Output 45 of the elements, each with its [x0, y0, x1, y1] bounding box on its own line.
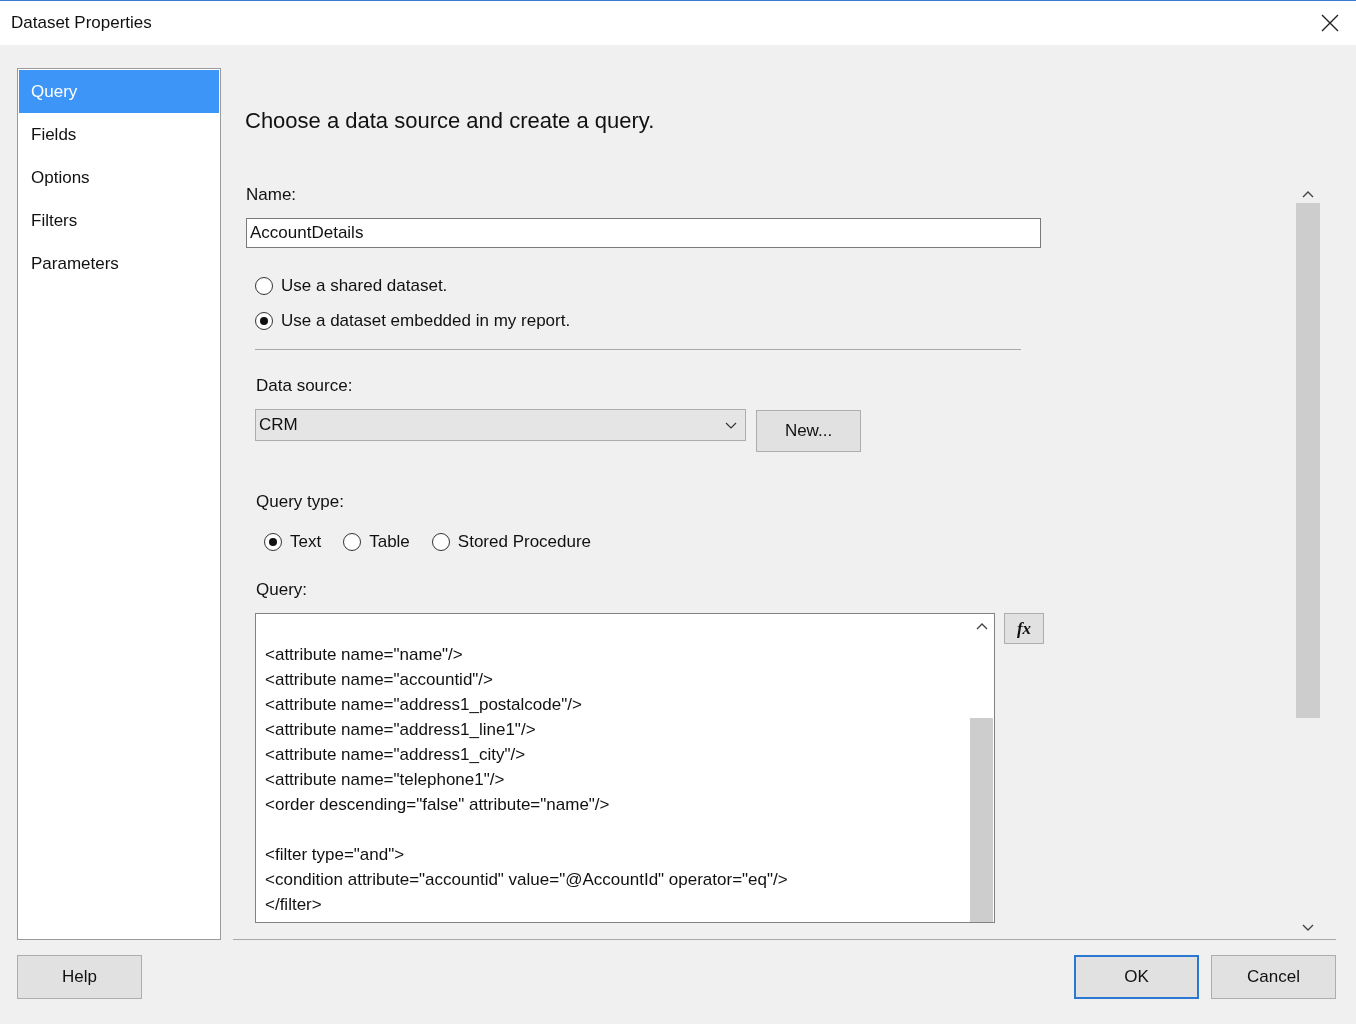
cancel-button[interactable]: Cancel: [1211, 955, 1336, 999]
query-line: <attribute name="address1_postalcode"/>: [265, 694, 583, 716]
query-type-label: Query type:: [256, 492, 345, 512]
query-line: <attribute name="accountid"/>: [265, 669, 495, 691]
data-source-dropdown[interactable]: CRM: [255, 409, 746, 441]
query-editor[interactable]: [255, 613, 995, 923]
radio-label[interactable]: Stored Procedure: [457, 532, 592, 552]
sidebar-item[interactable]: Parameters: [19, 242, 219, 285]
query-line: <attribute name="name"/>: [265, 644, 464, 666]
scrollbar-thumb[interactable]: [1296, 203, 1320, 718]
new-button[interactable]: New...: [756, 410, 861, 452]
radio-label[interactable]: Table: [369, 532, 410, 552]
page-heading: Choose a data source and create a query.: [245, 108, 656, 134]
chevron-up-icon[interactable]: [975, 623, 988, 630]
radio-button[interactable]: [255, 312, 273, 330]
query-label: Query:: [256, 580, 309, 600]
chevron-down-icon: [725, 421, 737, 429]
radio-label[interactable]: Use a shared dataset.: [281, 276, 448, 296]
data-source-label: Data source:: [256, 376, 354, 396]
query-line: <filter type="and">: [265, 844, 406, 866]
name-field[interactable]: AccountDetails: [246, 218, 1041, 248]
expression-button[interactable]: fx: [1004, 613, 1044, 644]
chevron-down-icon[interactable]: [1302, 924, 1314, 931]
radio-button[interactable]: [255, 277, 273, 295]
query-line: <order descending="false" attribute="name"/>: [265, 794, 611, 816]
close-icon[interactable]: [1321, 14, 1339, 32]
radio-button[interactable]: [264, 533, 282, 551]
query-line: <attribute name="telephone1"/>: [265, 769, 506, 791]
chevron-up-icon[interactable]: [1302, 191, 1314, 198]
help-button[interactable]: Help: [17, 955, 142, 999]
scrollbar-thumb[interactable]: [970, 718, 993, 922]
query-line: <condition attribute="accountid" value="@AccountId" operator="eq"/>: [265, 869, 789, 891]
query-line: </filter>: [265, 894, 323, 916]
radio-button[interactable]: [431, 533, 450, 551]
radio-label[interactable]: Use a dataset embedded in my report.: [281, 311, 571, 331]
ok-button[interactable]: OK: [1074, 955, 1199, 999]
sidebar-item[interactable]: Fields: [19, 113, 219, 156]
query-line: <attribute name="address1_city"/>: [265, 744, 527, 766]
sidebar-item[interactable]: Options: [19, 156, 219, 199]
sidebar-item[interactable]: Filters: [19, 199, 219, 242]
query-line: <attribute name="address1_line1"/>: [265, 719, 537, 741]
radio-button[interactable]: [343, 533, 362, 551]
window-title: Dataset Properties: [11, 13, 152, 33]
radio-label[interactable]: Text: [290, 532, 322, 552]
name-label: Name:: [246, 185, 298, 205]
